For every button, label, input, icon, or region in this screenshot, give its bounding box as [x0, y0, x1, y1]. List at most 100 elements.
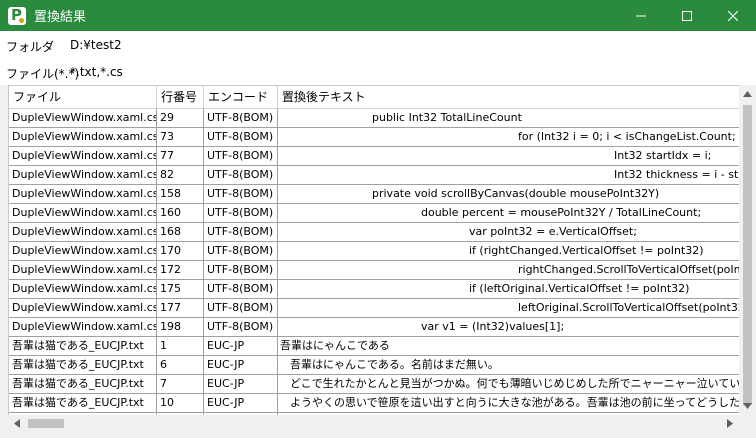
- table-row[interactable]: DupleViewWindow.xaml.cs 177 UTF-8(BOM) left…: [9, 299, 756, 318]
- cell-line-number: 7: [157, 375, 204, 393]
- cell-replaced-text: 吾輩はにゃんこである: [280, 339, 390, 352]
- cell-replaced-text: leftOriginal.ScrollToVerticalOffset(poIn…: [518, 301, 750, 314]
- vertical-scrollbar[interactable]: [739, 85, 756, 415]
- maximize-button[interactable]: [664, 0, 710, 31]
- file-pattern-label: ファイル(*.*): [6, 67, 80, 81]
- close-button[interactable]: [710, 0, 756, 31]
- table-row[interactable]: DupleViewWindow.xaml.cs 73 UTF-8(BOM) for (…: [9, 128, 756, 147]
- cell-file: DupleViewWindow.xaml.cs: [9, 299, 157, 317]
- table-row[interactable]: 吾輩は猫である_EUCJP.txt 10 EUC-JP ようやくの思いで笹原を這い出す…: [9, 394, 756, 413]
- cell-encoding: UTF-8(BOM): [204, 185, 278, 203]
- maximize-icon: [682, 10, 692, 21]
- cell-replaced-text: Int32 thickness = i - sta: [614, 168, 745, 181]
- cell-encoding: UTF-8(BOM): [204, 280, 278, 298]
- results-grid[interactable]: ファイル 行番号 エンコード 置換後テキスト DupleViewWindow.x…: [8, 85, 756, 415]
- window-bottom-edge: [0, 432, 756, 438]
- cell-line-number: 168: [157, 223, 204, 241]
- cell-line-number: 29: [157, 109, 204, 127]
- cell-encoding: UTF-8(BOM): [204, 242, 278, 260]
- cell-encoding: UTF-8(BOM): [204, 299, 278, 317]
- column-header-replaced-text[interactable]: 置換後テキスト: [278, 86, 756, 108]
- table-row[interactable]: DupleViewWindow.xaml.cs 160 UTF-8(BOM) doub…: [9, 204, 756, 223]
- table-row[interactable]: 吾輩は猫である_EUCJP.txt 7 EUC-JP どこで生れたかとんと見当がつかぬ…: [9, 375, 756, 394]
- cell-file: DupleViewWindow.xaml.cs: [9, 223, 157, 241]
- table-row[interactable]: DupleViewWindow.xaml.cs 82 UTF-8(BOM) Int32…: [9, 166, 756, 185]
- cell-replaced-text: どこで生れたかとんと見当がつかぬ。何でも薄暗いじめじめした所でニャーニャー泣いて…: [290, 377, 756, 390]
- table-row[interactable]: DupleViewWindow.xaml.cs 168 UTF-8(BOM) var …: [9, 223, 756, 242]
- cell-file: DupleViewWindow.xaml.cs: [9, 280, 157, 298]
- search-info-panel: フォルダ D:¥test2 ファイル(*.*) *.txt,*.cs: [0, 31, 756, 85]
- cell-replaced-text: for (Int32 i = 0; i < isChangeList.Count…: [518, 130, 756, 143]
- cell-replaced-text: ようやくの思いで笹原を這い出すと向うに大きな池がある。吾輩は池の前に坐ってどうし…: [290, 396, 756, 409]
- cell-encoding: UTF-8(BOM): [204, 109, 278, 127]
- cell-line-number: 198: [157, 318, 204, 336]
- cell-replaced-text: double percent = mousePoInt32Y / TotalLi…: [421, 206, 702, 219]
- cell-replaced-text: rightChanged.ScrollToVerticalOffset(poIn…: [518, 263, 745, 276]
- folder-value: D:¥test2: [70, 38, 122, 52]
- horizontal-scrollbar[interactable]: [8, 415, 739, 432]
- cell-line-number: 10: [157, 394, 204, 412]
- cell-encoding: EUC-JP: [204, 356, 278, 374]
- arrow-up-icon[interactable]: [743, 91, 752, 97]
- cell-line-number: 73: [157, 128, 204, 146]
- arrow-right-icon[interactable]: [727, 419, 733, 428]
- column-header-encoding[interactable]: エンコード: [204, 86, 278, 108]
- folder-label: フォルダ: [6, 40, 55, 54]
- file-pattern-value: *.txt,*.cs: [70, 65, 123, 79]
- cell-file: 吾輩は猫である_EUCJP.txt: [9, 394, 157, 412]
- cell-replaced-text: var poInt32 = e.VerticalOffset;: [469, 225, 637, 238]
- cell-file: 吾輩は猫である_EUCJP.txt: [9, 337, 157, 355]
- cell-encoding: UTF-8(BOM): [204, 261, 278, 279]
- table-row[interactable]: 吾輩は猫である_EUCJP.txt 1 EUC-JP 吾輩はにゃんこである: [9, 337, 756, 356]
- table-row[interactable]: DupleViewWindow.xaml.cs 198 UTF-8(BOM) var …: [9, 318, 756, 337]
- cell-encoding: EUC-JP: [204, 337, 278, 355]
- cell-encoding: EUC-JP: [204, 394, 278, 412]
- cell-line-number: 160: [157, 204, 204, 222]
- cell-file: DupleViewWindow.xaml.cs: [9, 204, 157, 222]
- cell-line-number: 177: [157, 299, 204, 317]
- table-row[interactable]: DupleViewWindow.xaml.cs 175 UTF-8(BOM) if (…: [9, 280, 756, 299]
- cell-file: DupleViewWindow.xaml.cs: [9, 109, 157, 127]
- table-row[interactable]: DupleViewWindow.xaml.cs 158 UTF-8(BOM) priv…: [9, 185, 756, 204]
- arrow-left-icon[interactable]: [14, 419, 20, 428]
- close-icon: [728, 10, 738, 21]
- cell-file: 吾輩は猫である_EUCJP.txt: [9, 375, 157, 393]
- cell-file: DupleViewWindow.xaml.cs: [9, 318, 157, 336]
- column-header-line[interactable]: 行番号: [157, 86, 204, 108]
- table-row[interactable]: DupleViewWindow.xaml.cs 172 UTF-8(BOM) righ…: [9, 261, 756, 280]
- cell-replaced-text: Int32 startIdx = i;: [614, 149, 712, 162]
- vertical-scroll-thumb[interactable]: [743, 105, 752, 405]
- table-row[interactable]: 吾輩は猫である_EUCJP.txt 6 EUC-JP 吾輩はにゃんこである。名前はまだ…: [9, 356, 756, 375]
- window-title: 置換結果: [34, 10, 87, 25]
- cell-encoding: UTF-8(BOM): [204, 147, 278, 165]
- cell-file: DupleViewWindow.xaml.cs: [9, 147, 157, 165]
- cell-line-number: 158: [157, 185, 204, 203]
- cell-encoding: UTF-8(BOM): [204, 204, 278, 222]
- cell-line-number: 175: [157, 280, 204, 298]
- cell-replaced-text: if (rightChanged.VerticalOffset != poInt…: [469, 244, 704, 257]
- cell-file: DupleViewWindow.xaml.cs: [9, 185, 157, 203]
- title-bar[interactable]: P 置換結果: [0, 0, 756, 31]
- cell-replaced-text: public Int32 TotalLineCount: [372, 111, 522, 124]
- cell-encoding: UTF-8(BOM): [204, 166, 278, 184]
- cell-file: DupleViewWindow.xaml.cs: [9, 261, 157, 279]
- horizontal-scroll-thumb[interactable]: [28, 419, 64, 428]
- cell-line-number: 170: [157, 242, 204, 260]
- cell-encoding: UTF-8(BOM): [204, 223, 278, 241]
- cell-encoding: UTF-8(BOM): [204, 318, 278, 336]
- table-row[interactable]: DupleViewWindow.xaml.cs 77 UTF-8(BOM) Int32…: [9, 147, 756, 166]
- cell-line-number: 172: [157, 261, 204, 279]
- cell-line-number: 77: [157, 147, 204, 165]
- cell-file: DupleViewWindow.xaml.cs: [9, 128, 157, 146]
- grid-header: ファイル 行番号 エンコード 置換後テキスト: [9, 86, 756, 109]
- cell-replaced-text: private void scrollByCanvas(double mouse…: [372, 187, 660, 200]
- cell-encoding: UTF-8(BOM): [204, 128, 278, 146]
- arrow-down-icon[interactable]: [743, 403, 752, 409]
- minimize-icon: [636, 15, 646, 16]
- table-row[interactable]: DupleViewWindow.xaml.cs 29 UTF-8(BOM) publi…: [9, 109, 756, 128]
- cell-line-number: 1: [157, 337, 204, 355]
- cell-encoding: EUC-JP: [204, 375, 278, 393]
- table-row[interactable]: DupleViewWindow.xaml.cs 170 UTF-8(BOM) if (…: [9, 242, 756, 261]
- minimize-button[interactable]: [618, 0, 664, 31]
- column-header-file[interactable]: ファイル: [9, 86, 157, 108]
